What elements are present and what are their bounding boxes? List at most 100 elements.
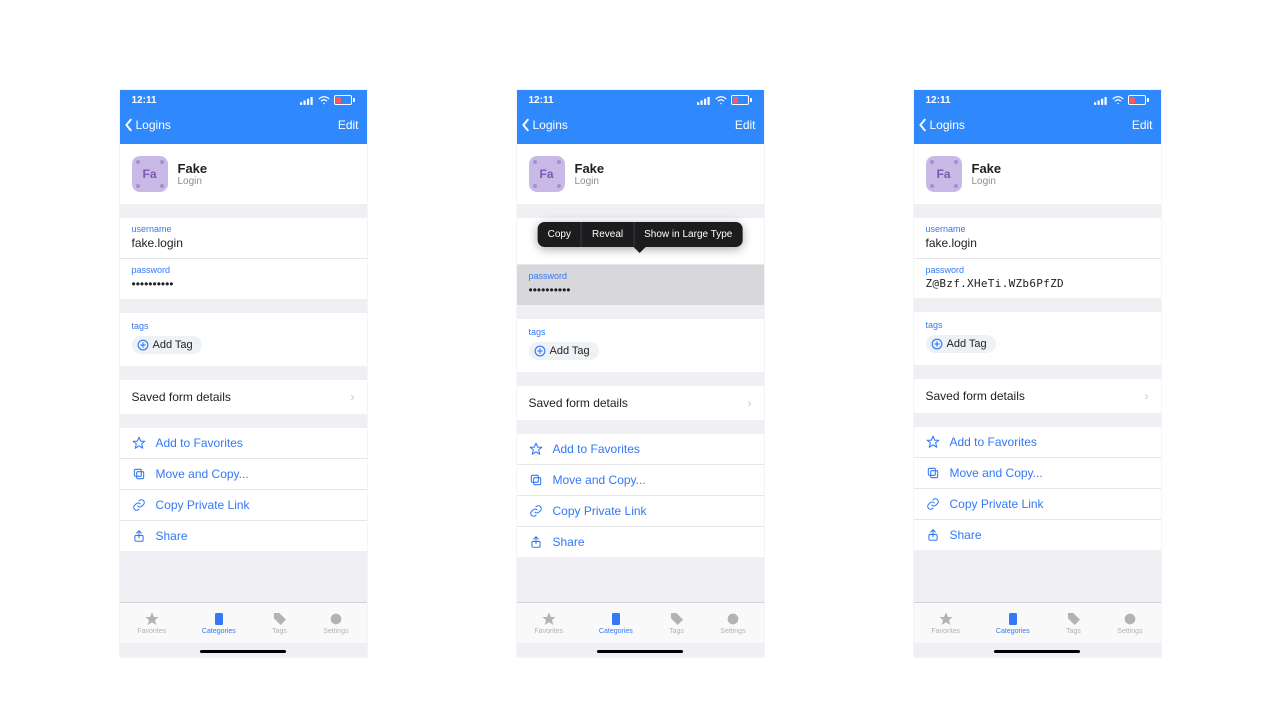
tab-settings[interactable]: Settings [323, 611, 348, 635]
item-header: Fa Fake Login [914, 144, 1161, 204]
tab-settings[interactable]: Settings [1117, 611, 1142, 635]
home-indicator[interactable] [200, 650, 286, 653]
add-to-favorites-label: Add to Favorites [553, 442, 640, 456]
saved-form-details-row[interactable]: Saved form details › [517, 386, 764, 420]
saved-form-details-row[interactable]: Saved form details › [914, 379, 1161, 413]
copy-link-label: Copy Private Link [156, 498, 250, 512]
username-field[interactable]: username fake.login [120, 218, 367, 258]
edit-button[interactable]: Edit [1132, 118, 1153, 132]
back-button[interactable]: Logins [521, 118, 568, 132]
edit-button[interactable]: Edit [735, 118, 756, 132]
tab-favorites[interactable]: Favorites [931, 611, 960, 635]
wifi-icon [715, 96, 727, 105]
tab-settings-label: Settings [720, 628, 745, 635]
tags-label: tags [529, 327, 752, 337]
plus-circle-icon [534, 345, 546, 357]
popover-copy-button[interactable]: Copy [538, 222, 582, 247]
status-time: 12:11 [926, 95, 951, 106]
saved-form-label: Saved form details [132, 390, 231, 404]
tab-favorites[interactable]: Favorites [534, 611, 563, 635]
item-header: Fa Fake Login [517, 144, 764, 204]
share-button[interactable]: Share [517, 526, 764, 557]
add-tag-button[interactable]: Add Tag [926, 335, 996, 353]
move-copy-button[interactable]: Move and Copy... [517, 464, 764, 495]
back-button[interactable]: Logins [124, 118, 171, 132]
password-field[interactable]: password Z@Bzf.XHeTi.WZb6PfZD [914, 258, 1161, 298]
chevron-right-icon: › [1145, 389, 1149, 403]
popover-large-type-button[interactable]: Show in Large Type [634, 222, 742, 247]
copy-private-link-button[interactable]: Copy Private Link [120, 489, 367, 520]
nav-bar: Logins Edit [517, 110, 764, 144]
link-icon [926, 497, 940, 511]
username-label: username [926, 224, 1149, 234]
tab-favorites[interactable]: Favorites [137, 611, 166, 635]
back-label: Logins [533, 118, 568, 132]
tab-settings-label: Settings [1117, 628, 1142, 635]
item-icon: Fa [529, 156, 565, 192]
tab-categories[interactable]: Categories [996, 611, 1030, 635]
item-icon: Fa [926, 156, 962, 192]
nav-bar: Logins Edit [914, 110, 1161, 144]
status-icons [697, 95, 752, 105]
categories-icon [211, 611, 227, 627]
tab-favorites-label: Favorites [931, 628, 960, 635]
home-indicator[interactable] [994, 650, 1080, 653]
device-screen-3: 12:11 Logins Edit Fa Fake Login us [914, 90, 1161, 657]
home-indicator[interactable] [597, 650, 683, 653]
status-icons [300, 95, 355, 105]
share-icon [132, 529, 146, 543]
link-icon [132, 498, 146, 512]
gear-icon [725, 611, 741, 627]
share-label: Share [156, 529, 188, 543]
plus-circle-icon [931, 338, 943, 350]
edit-button[interactable]: Edit [338, 118, 359, 132]
add-to-favorites-button[interactable]: Add to Favorites [914, 427, 1161, 457]
item-icon-monogram: Fa [142, 167, 156, 181]
add-tag-button[interactable]: Add Tag [132, 336, 202, 354]
tab-bar: Favorites Categories Tags Settings [517, 602, 764, 643]
gear-icon [328, 611, 344, 627]
copy-private-link-button[interactable]: Copy Private Link [517, 495, 764, 526]
tab-categories-label: Categories [599, 628, 633, 635]
tab-tags-label: Tags [669, 628, 684, 635]
copy-link-label: Copy Private Link [553, 504, 647, 518]
tags-label: tags [926, 320, 1149, 330]
battery-icon [334, 95, 355, 105]
move-copy-button[interactable]: Move and Copy... [914, 457, 1161, 488]
password-field-selected[interactable]: password •••••••••• [517, 264, 764, 305]
password-value-masked: •••••••••• [529, 283, 752, 297]
tab-categories[interactable]: Categories [202, 611, 236, 635]
saved-form-details-row[interactable]: Saved form details › [120, 380, 367, 414]
add-tag-label: Add Tag [550, 345, 590, 357]
item-icon: Fa [132, 156, 168, 192]
share-button[interactable]: Share [120, 520, 367, 551]
back-label: Logins [930, 118, 965, 132]
tab-settings[interactable]: Settings [720, 611, 745, 635]
move-copy-label: Move and Copy... [156, 467, 249, 481]
tab-tags[interactable]: Tags [272, 611, 288, 635]
star-icon [132, 436, 146, 450]
username-field[interactable]: username fake.login [914, 218, 1161, 258]
add-tag-button[interactable]: Add Tag [529, 342, 599, 360]
copy-private-link-button[interactable]: Copy Private Link [914, 488, 1161, 519]
back-button[interactable]: Logins [918, 118, 965, 132]
add-to-favorites-button[interactable]: Add to Favorites [517, 434, 764, 464]
password-field[interactable]: password •••••••••• [120, 258, 367, 299]
item-title: Fake [575, 161, 605, 176]
gear-icon [1122, 611, 1138, 627]
share-icon [529, 535, 543, 549]
popover-reveal-button[interactable]: Reveal [582, 222, 634, 247]
add-to-favorites-button[interactable]: Add to Favorites [120, 428, 367, 458]
share-button[interactable]: Share [914, 519, 1161, 550]
cellular-icon [300, 96, 314, 105]
move-copy-button[interactable]: Move and Copy... [120, 458, 367, 489]
copy-icon [529, 473, 543, 487]
password-label: password [926, 265, 1149, 275]
status-bar: 12:11 [517, 90, 764, 110]
cellular-icon [1094, 96, 1108, 105]
tab-categories-label: Categories [202, 628, 236, 635]
tab-tags[interactable]: Tags [669, 611, 685, 635]
tab-categories[interactable]: Categories [599, 611, 633, 635]
tab-favorites-label: Favorites [137, 628, 166, 635]
tab-tags[interactable]: Tags [1066, 611, 1082, 635]
